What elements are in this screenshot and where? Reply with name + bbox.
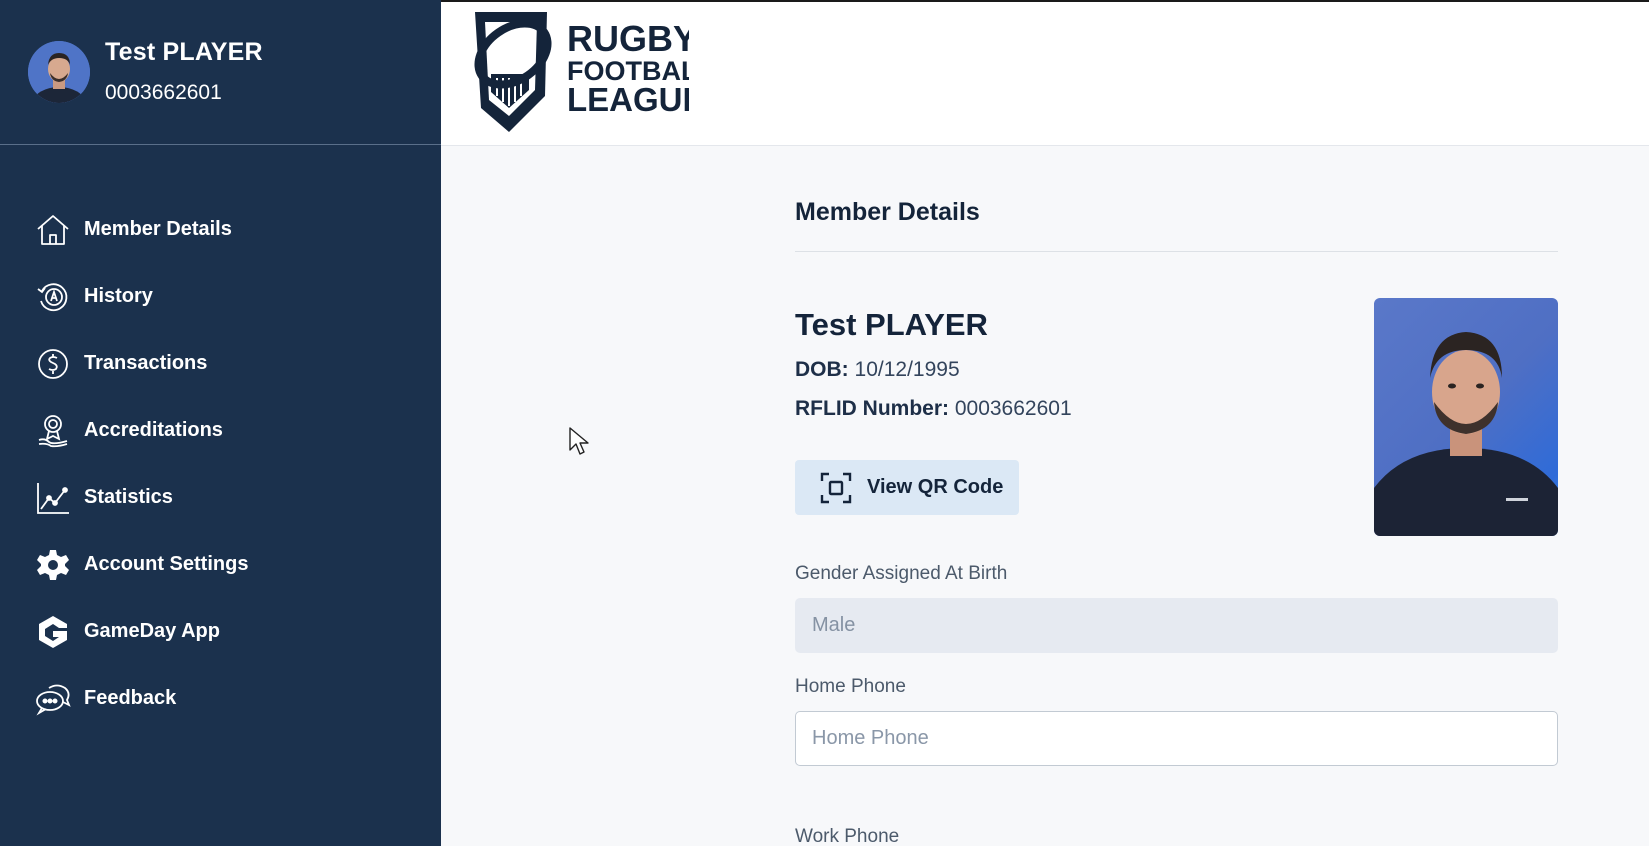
sidebar-item-label: Member Details (84, 218, 232, 240)
qr-scan-icon (820, 472, 852, 503)
sidebar-item-label: Transactions (84, 352, 208, 374)
rugby-football-league-logo[interactable]: RUGBY FOOTBALL LEAGUE (469, 8, 714, 136)
logo-text-league: LEAGUE (567, 81, 689, 118)
sidebar-item-label: History (84, 285, 153, 307)
sidebar-nav: Member Details History Transactions Accr… (0, 196, 441, 732)
profile-id: 0003662601 (105, 81, 222, 104)
gear-icon (34, 546, 72, 584)
award-icon (34, 412, 72, 450)
rflid-value: 0003662601 (954, 397, 1072, 420)
home-icon (34, 211, 72, 249)
divider (795, 251, 1558, 252)
view-qr-code-label: View QR Code (867, 476, 1004, 498)
sidebar-item-accreditations[interactable]: Accreditations (0, 397, 441, 464)
work-phone-label: Work Phone (795, 826, 900, 846)
sidebar-item-label: Account Settings (84, 553, 249, 575)
gender-label: Gender Assigned At Birth (795, 563, 1008, 584)
member-photo (1374, 298, 1558, 536)
sidebar-item-statistics[interactable]: Statistics (0, 464, 441, 531)
sidebar-item-label: GameDay App (84, 620, 220, 642)
dob-row: DOB: 10/12/1995 (795, 358, 960, 382)
top-header: RUGBY FOOTBALL LEAGUE (441, 2, 1649, 146)
chart-icon (34, 479, 72, 517)
sidebar-item-gameday-app[interactable]: GameDay App (0, 598, 441, 665)
view-qr-code-button[interactable]: View QR Code (795, 460, 1019, 515)
page-title: Member Details (795, 198, 980, 226)
member-name: Test PLAYER (795, 307, 988, 342)
dob-value: 10/12/1995 (854, 358, 960, 381)
logo-text-rugby: RUGBY (567, 18, 689, 59)
sidebar-item-label: Accreditations (84, 419, 223, 441)
profile-name: Test PLAYER (105, 38, 263, 66)
dollar-icon (34, 345, 72, 383)
avatar[interactable] (28, 41, 90, 103)
sidebar-item-label: Statistics (84, 486, 173, 508)
rflid-label: RFLID Number: (795, 397, 949, 420)
home-phone-label: Home Phone (795, 676, 906, 697)
chat-bubbles-icon (34, 680, 72, 718)
main-content: Member Details Test PLAYER DOB: 10/12/19… (441, 146, 1649, 846)
sidebar-item-history[interactable]: History (0, 263, 441, 330)
dob-label: DOB: (795, 358, 849, 381)
sidebar-item-transactions[interactable]: Transactions (0, 330, 441, 397)
gender-field: Male (795, 598, 1558, 653)
sidebar-item-label: Feedback (84, 687, 177, 709)
sidebar: Test PLAYER 0003662601 Member Details Hi… (0, 0, 441, 846)
history-icon (34, 278, 72, 316)
mouse-pointer-icon (569, 427, 589, 455)
gameday-icon (34, 613, 72, 651)
sidebar-item-account-settings[interactable]: Account Settings (0, 531, 441, 598)
rflid-row: RFLID Number: 0003662601 (795, 397, 1072, 421)
sidebar-item-member-details[interactable]: Member Details (0, 196, 441, 263)
sidebar-item-feedback[interactable]: Feedback (0, 665, 441, 732)
home-phone-input[interactable] (795, 711, 1558, 766)
profile-header: Test PLAYER 0003662601 (0, 0, 441, 145)
